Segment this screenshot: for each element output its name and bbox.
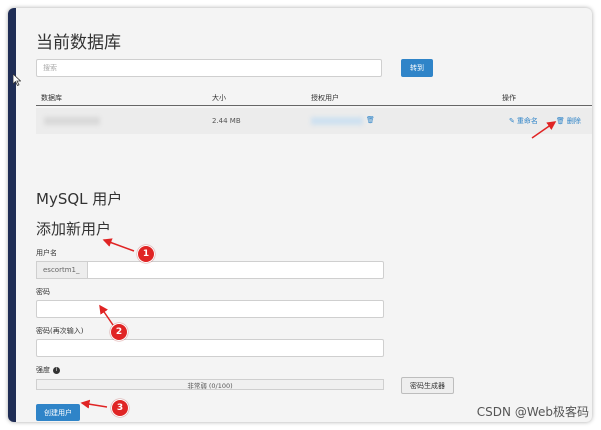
add-new-user-title: 添加新用户 (36, 220, 112, 238)
password-input[interactable] (36, 300, 384, 318)
password-generator-button[interactable]: 密码生成器 (401, 377, 454, 394)
annotation-badge-1: 1 (137, 245, 155, 263)
strength-label-row: 强度 i (36, 365, 60, 375)
trash-icon: 🗑 (556, 117, 565, 125)
rename-action[interactable]: ✎ 重命名 (509, 116, 538, 126)
password-label: 密码 (36, 288, 50, 296)
blurred-user-link[interactable] (311, 117, 363, 125)
delete-action[interactable]: 🗑 删除 (556, 116, 581, 126)
password-strength-meter: 非常弱 (0/100) (36, 379, 384, 390)
username-prefix: escortm1_ (36, 261, 88, 279)
col-privileged-users: 授权用户 (311, 94, 339, 102)
col-database: 数据库 (41, 94, 62, 102)
annotation-badge-2: 2 (110, 323, 128, 341)
mysql-users-title: MySQL 用户 (36, 190, 123, 208)
database-search-input[interactable] (36, 59, 382, 77)
left-sidebar-strip (8, 8, 16, 422)
create-user-button[interactable]: 创建用户 (36, 404, 80, 421)
current-databases-title: 当前数据库 (36, 33, 121, 53)
info-icon[interactable]: i (53, 366, 60, 374)
username-label: 用户名 (36, 249, 57, 257)
username-input[interactable] (36, 261, 384, 279)
table-row: 2.44 MB 🗑 ✎ 重命名 🗑 删除 (36, 108, 592, 134)
cpanel-window: 当前数据库 转到 数据库 大小 授权用户 操作 2.44 MB 🗑 ✎ 重命名 … (8, 8, 592, 422)
pencil-icon: ✎ (509, 117, 515, 125)
blurred-database-name (44, 117, 100, 125)
col-actions: 操作 (502, 94, 516, 102)
rename-label: 重命名 (516, 117, 538, 125)
delete-label: 删除 (566, 117, 581, 125)
goto-button[interactable]: 转到 (401, 59, 433, 77)
mouse-cursor-icon (13, 74, 21, 86)
password-again-input[interactable] (36, 339, 384, 357)
annotation-badge-3: 3 (111, 399, 129, 417)
watermark: CSDN @Web极客码 (476, 405, 589, 419)
table-header-divider (36, 105, 592, 106)
col-size: 大小 (212, 94, 226, 102)
trash-icon[interactable]: 🗑 (366, 116, 375, 124)
password-again-label: 密码(再次输入) (36, 327, 84, 335)
database-size: 2.44 MB (212, 117, 241, 125)
strength-label: 强度 (36, 366, 50, 374)
main-content: 当前数据库 转到 数据库 大小 授权用户 操作 2.44 MB 🗑 ✎ 重命名 … (16, 8, 592, 422)
